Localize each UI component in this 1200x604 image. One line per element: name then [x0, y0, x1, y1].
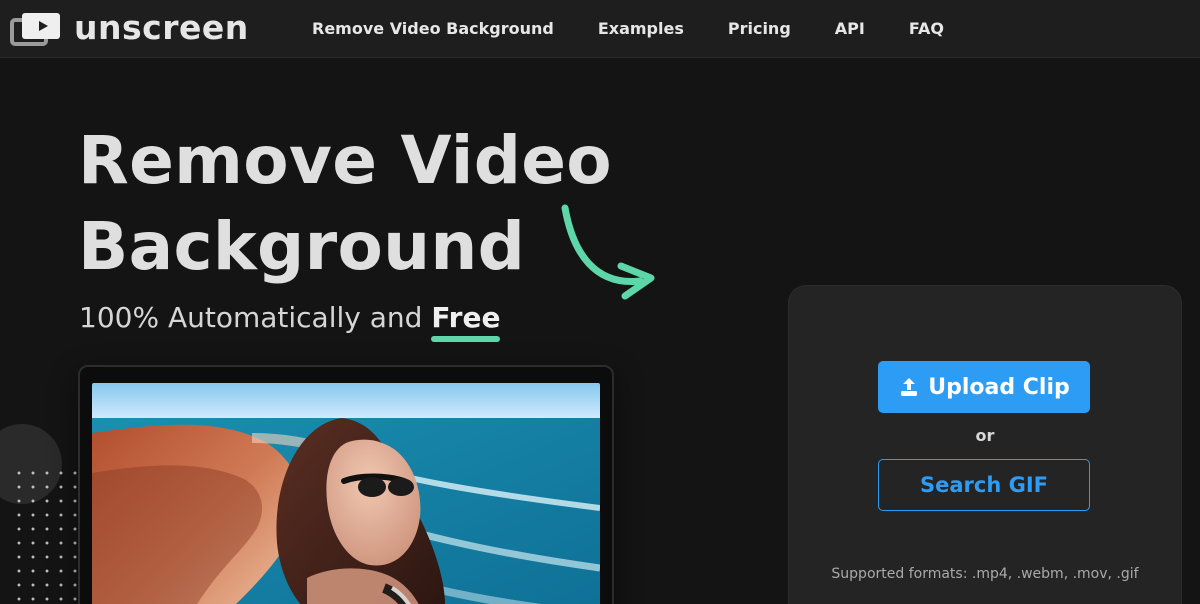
nav-link-faq[interactable]: FAQ: [909, 19, 944, 38]
upload-clip-button[interactable]: Upload Clip: [878, 361, 1090, 413]
video-preview: [92, 383, 600, 604]
search-gif-button[interactable]: Search GIF: [878, 459, 1090, 511]
hero-subtitle: 100% Automatically and Free: [79, 299, 501, 342]
or-separator: or: [975, 426, 995, 445]
video-stack-icon: [10, 11, 62, 47]
nav-link-examples[interactable]: Examples: [598, 19, 684, 38]
nav-link-api[interactable]: API: [835, 19, 865, 38]
video-frame-image: [92, 383, 600, 604]
nav-link-remove-video-background[interactable]: Remove Video Background: [312, 19, 554, 38]
hero-subtitle-emphasis: Free: [431, 299, 501, 342]
brand-name: unscreen: [74, 8, 249, 47]
curved-arrow-icon: [555, 198, 665, 308]
brand-logo[interactable]: unscreen: [10, 8, 249, 47]
nav-link-pricing[interactable]: Pricing: [728, 19, 791, 38]
hero-title-line-1: Remove Video: [78, 122, 612, 199]
upload-icon: [898, 376, 920, 398]
top-navigation: unscreen Remove Video Background Example…: [0, 0, 1200, 58]
hero-title-line-2: Background: [78, 208, 526, 285]
laptop-preview: [78, 365, 614, 604]
decorative-dot-grid: [12, 466, 82, 604]
nav-links: Remove Video Background Examples Pricing…: [312, 0, 944, 57]
upload-clip-label: Upload Clip: [928, 374, 1070, 400]
upload-panel: Upload Clip or Search GIF Supported form…: [788, 285, 1182, 604]
page: unscreen Remove Video Background Example…: [0, 0, 1200, 604]
hero-subtitle-prefix: 100% Automatically and: [79, 301, 432, 334]
supported-formats: Supported formats: .mp4, .webm, .mov, .g…: [831, 566, 1139, 582]
